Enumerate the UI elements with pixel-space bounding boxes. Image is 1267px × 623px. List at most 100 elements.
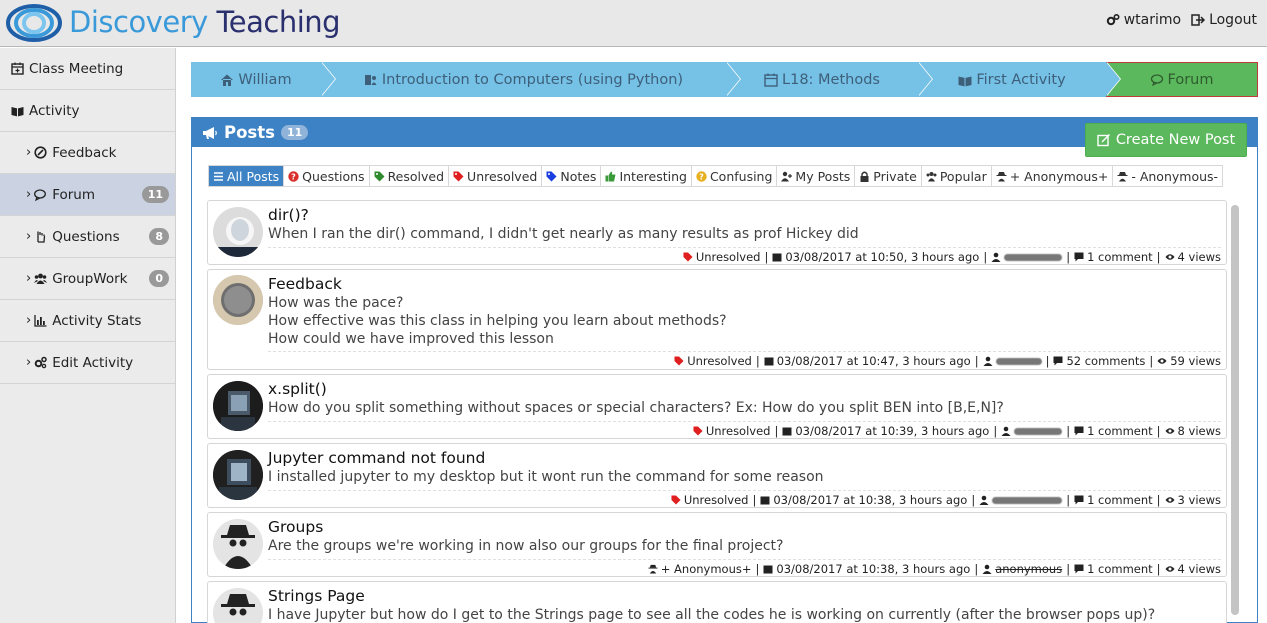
filter-my-posts[interactable]: My Posts [777,166,856,186]
post-item[interactable]: x.split() How do you split something wit… [207,374,1227,439]
comment-icon [1053,356,1063,366]
post-item[interactable]: Groups Are the groups we're working in n… [207,512,1227,577]
sidebar-item-feedback[interactable]: › Feedback [0,132,175,174]
sidebar-item-class-meeting[interactable]: Class Meeting [0,48,175,90]
user-menu: wtarimo Logout [1106,12,1257,28]
tag-icon [374,171,385,181]
posts-count-badge: 11 [280,125,309,140]
post-date: 03/08/2017 at 10:47, 3 hours ago [776,354,971,368]
filter-label: + Anonymous+ [1009,168,1109,184]
eye-icon [1165,566,1175,572]
sidebar-item-groupwork[interactable]: › GroupWork 0 [0,258,175,300]
calendar-icon [760,496,770,505]
sidebar-item-label: Class Meeting [29,60,124,77]
breadcrumb-item-forum[interactable]: Forum [1106,62,1258,97]
scrollbar-thumb[interactable] [1231,205,1239,615]
post-item[interactable]: Strings Page I have Jupyter but how do I… [207,581,1227,623]
post-comments: 1 comment [1087,493,1153,507]
brand-title[interactable]: Discovery Teaching [69,3,341,41]
app-header: Discovery Teaching wtarimo Logout [0,0,1267,47]
filter-anonymous-plus[interactable]: + Anonymous+ [992,166,1114,186]
comment-icon [1074,426,1084,436]
cogs-icon [1106,13,1120,26]
breadcrumb-item-activity[interactable]: First Activity [918,62,1121,97]
posts-scrollbar[interactable] [1231,205,1239,615]
post-body-line: How effective was this class in helping … [268,313,727,329]
post-date: 03/08/2017 at 10:50, 3 hours ago [785,250,980,264]
comments-icon [1150,73,1163,86]
author-avatar [213,275,263,325]
filter-resolved[interactable]: Resolved [370,166,450,186]
create-new-post-button[interactable]: Create New Post [1085,123,1247,157]
comment-icon [1074,564,1084,574]
anon-icon [996,171,1007,181]
panel-title: Posts [224,123,275,142]
post-meta: Unresolved | 03/08/2017 at 10:47, 3 hours… [674,354,1221,368]
eye-icon [1165,428,1175,434]
sidebar-item-forum[interactable]: › Forum 11 [0,174,175,216]
filter-questions[interactable]: ? Questions [284,166,370,186]
list-icon [214,171,223,181]
sidebar-item-activity[interactable]: Activity [0,90,175,132]
filter-confusing[interactable]: ? Confusing [692,166,778,186]
calendar-icon [782,427,792,436]
home-icon [221,74,234,86]
anon-icon [1117,171,1128,181]
breadcrumb-item-course[interactable]: Introduction to Computers (using Python) [321,62,741,97]
lock-icon [860,171,869,182]
post-views: 8 views [1177,424,1221,438]
questions-count-badge: 8 [149,228,169,245]
filter-interesting[interactable]: Interesting [601,166,692,186]
discovery-logo-icon[interactable] [4,4,64,42]
username-label: wtarimo [1123,12,1182,28]
filter-label: Confusing [709,168,773,184]
filter-all-posts[interactable]: All Posts [209,166,285,186]
post-views: 59 views [1170,354,1221,368]
filter-private[interactable]: Private [855,166,922,186]
author-avatar [213,381,263,431]
calendar-icon [763,565,773,574]
logout-label: Logout [1209,12,1257,28]
post-meta: + Anonymous+ | 03/08/2017 at 10:38, 3 hou… [648,562,1221,576]
feedback-icon [34,146,47,159]
users-icon [926,171,937,181]
filter-popular[interactable]: Popular [922,166,992,186]
post-item[interactable]: Feedback How was the pace? How effective… [207,269,1227,370]
anon-icon [648,564,658,574]
breadcrumb-item-home[interactable]: William [191,62,336,97]
user-icon [982,564,992,574]
post-date: 03/08/2017 at 10:38, 3 hours ago [776,562,971,576]
filter-label: My Posts [795,168,851,184]
post-body: When I ran the dir() command, I didn't g… [268,225,1223,243]
filter-unresolved[interactable]: Unresolved [449,166,543,186]
post-item[interactable]: dir()? When I ran the dir() command, I d… [207,200,1227,265]
post-comments: 52 comments [1066,354,1146,368]
sidebar-item-activity-stats[interactable]: › Activity Stats [0,300,175,342]
sidebar-item-label: Forum [52,186,96,203]
filter-anonymous-minus[interactable]: - Anonymous- [1113,166,1222,186]
logout-link[interactable]: Logout [1191,12,1257,28]
chevron-right-icon: › [26,271,32,286]
post-body-line: Are the groups we're working in now also… [268,538,784,554]
post-meta: Unresolved | 03/08/2017 at 10:38, 3 hours… [671,493,1221,507]
sidebar-item-edit-activity[interactable]: › Edit Activity [0,342,175,384]
chevron-right-icon: › [26,229,32,244]
post-date: 03/08/2017 at 10:39, 3 hours ago [795,424,990,438]
users-icon [34,273,48,284]
filter-notes[interactable]: Notes [542,166,602,186]
posts-list: dir()? When I ran the dir() command, I d… [207,200,1227,623]
user-icon [1001,426,1011,436]
post-body: I installed jupyter to my desktop but it… [268,468,1223,486]
groupwork-count-badge: 0 [149,270,169,287]
sidebar-item-label: GroupWork [52,270,128,287]
profile-link[interactable]: wtarimo [1106,12,1181,28]
breadcrumb-item-lesson[interactable]: L18: Methods [726,62,933,97]
sidebar-item-label: Activity Stats [52,312,142,329]
post-item[interactable]: Jupyter command not found I installed ju… [207,443,1227,508]
sidebar-item-questions[interactable]: › Questions 8 [0,216,175,258]
post-filters: All Posts ? Questions Resolved Unresolve… [208,165,1224,187]
filter-label: Popular [939,168,987,184]
edit-icon [1097,134,1110,147]
post-body-line: How was the pace? [268,295,404,311]
book-icon [11,107,24,117]
